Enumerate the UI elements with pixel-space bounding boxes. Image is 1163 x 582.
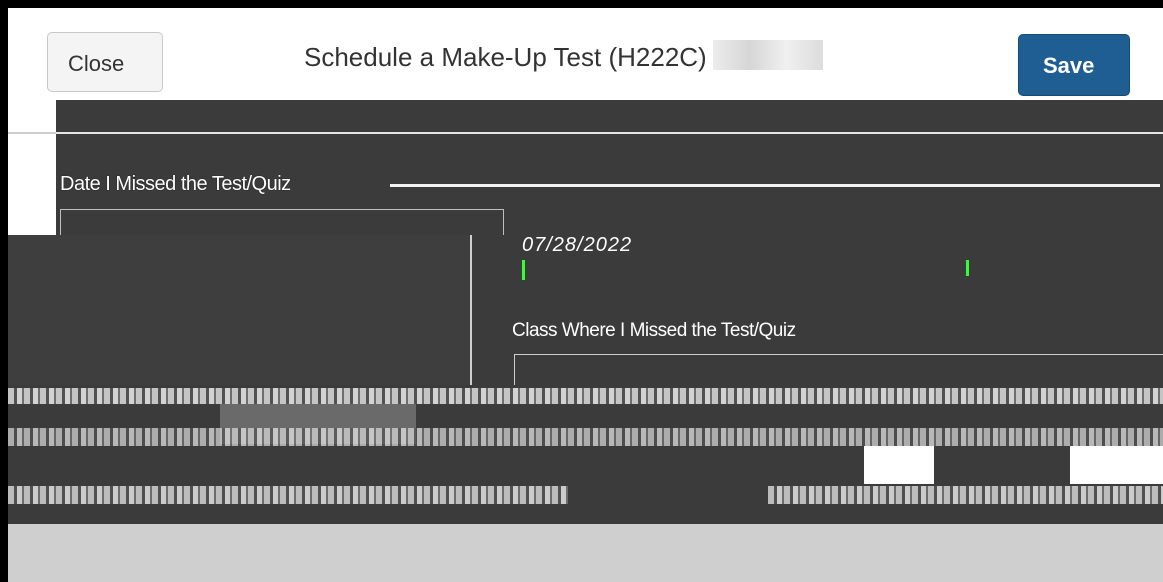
render-artifact <box>864 446 934 484</box>
label-underline <box>390 184 1160 187</box>
dialog-title-text: Schedule a Make-Up Test (H222C) <box>304 42 707 72</box>
class-select-dropdown[interactable] <box>514 354 1163 385</box>
render-artifact <box>768 486 1163 504</box>
render-artifact <box>8 428 1163 446</box>
class-missed-label: Class Where I Missed the Test/Quiz <box>512 320 796 341</box>
dialog-title: Schedule a Make-Up Test (H222C) <box>304 40 823 73</box>
focus-marker-left <box>522 260 525 280</box>
dialog-header: Close Schedule a Make-Up Test (H222C) Sa… <box>8 8 1163 100</box>
render-artifact <box>1070 446 1163 484</box>
date-missed-label: Date I Missed the Test/Quiz <box>60 173 291 195</box>
close-button[interactable]: Close <box>47 32 163 92</box>
date-input-field[interactable] <box>60 209 504 236</box>
divider <box>8 132 56 134</box>
modal-dialog: Close Schedule a Make-Up Test (H222C) Sa… <box>8 8 1163 582</box>
calendar-picker[interactable] <box>8 235 472 385</box>
focus-marker-right <box>966 260 969 276</box>
save-button[interactable]: Save <box>1018 34 1130 96</box>
header-divider <box>56 132 1163 134</box>
render-artifact <box>8 486 568 504</box>
redacted-name-blur <box>712 40 823 70</box>
dialog-footer <box>8 524 1163 582</box>
selected-date-value: 07/28/2022 <box>522 234 633 256</box>
render-artifact <box>8 388 1163 404</box>
